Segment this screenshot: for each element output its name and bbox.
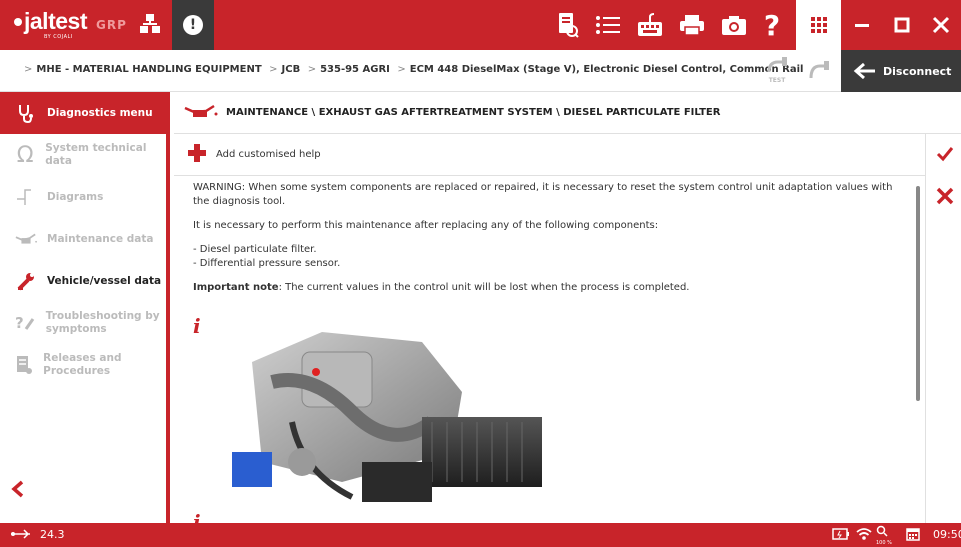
breadcrumb-bar: > MHE - MATERIAL HANDLING EQUIPMENT > JCB … [0,50,961,92]
clock: 09:50 [933,528,961,541]
sidebar-item-diagrams: Diagrams [0,176,166,218]
action-bar [925,134,961,523]
breadcrumb: > MHE - MATERIAL HANDLING EQUIPMENT > JCB … [20,64,803,75]
page-title: MAINTENANCE \ EXHAUST GAS AFTERTREATMENT… [226,107,721,118]
disconnect-button[interactable]: Disconnect [841,50,961,92]
help-text: WARNING: When some system components are… [193,181,903,305]
chevron-right-icon: > [397,64,406,75]
note-label: Important note [193,282,279,293]
close-icon [936,187,954,205]
cancel-button[interactable] [936,187,954,208]
wrench-icon [15,270,37,292]
breadcrumb-item[interactable]: ECM 448 DieselMax (Stage V), Electronic … [410,64,804,75]
intro-text: It is necessary to perform this maintena… [193,220,659,231]
releases-icon [15,354,33,376]
sidebar-item-maintenance-data: Maintenance data [0,218,166,260]
note-text: : The current values in the control unit… [278,282,690,293]
plus-icon [188,144,206,165]
warning-text: WARNING: When some system components are… [193,182,893,207]
engine-image [212,322,557,506]
close-icon[interactable] [921,0,961,50]
sidebar-item-troubleshooting: ? Troubleshooting by symptoms [15,310,160,335]
scrollbar[interactable] [916,186,920,401]
content-header: MAINTENANCE \ EXHAUST GAS AFTERTREATMENT… [174,92,961,134]
status-bar: 24.3 100 % 09:50 [0,523,961,547]
sidebar-item-diagnostics-menu[interactable]: Diagnostics menu [0,92,166,134]
add-help-row[interactable]: Add customised help [174,134,925,176]
component-item: - Differential pressure sensor. [193,258,341,269]
stethoscope-icon [15,102,37,124]
troubleshoot-icon: ? [15,312,36,334]
info-icon: i [193,314,201,338]
maximize-icon[interactable] [882,0,922,50]
breadcrumb-item[interactable]: 535-95 AGRI [320,64,390,75]
chevron-right-icon: > [269,64,278,75]
connection-status-icon [808,58,830,83]
oil-can-icon [184,104,218,121]
top-bar: jaltest BY COJALI GRP ! ? [0,0,961,50]
sidebar-item-releases-procedures: Releases and Procedures [0,344,166,386]
minimize-icon[interactable] [842,0,882,50]
omega-icon: Ω [16,142,34,168]
breadcrumb-item[interactable]: MHE - MATERIAL HANDLING EQUIPMENT [36,64,261,75]
help-icon[interactable]: ? [758,9,786,42]
disconnect-label: Disconnect [883,64,952,78]
voltage-value: 24.3 [40,528,65,541]
sidebar: Diagnostics menu Ω System technical data… [0,92,170,523]
document-search-icon[interactable] [554,11,582,39]
chevron-right-icon: > [307,64,317,75]
apps-grid-icon[interactable] [796,0,841,50]
sidebar-item-vehicle-vessel-data[interactable]: Vehicle/vessel data [0,260,166,302]
alert-button[interactable]: ! [172,0,214,50]
chevron-right-icon: > [24,64,33,75]
exclamation-icon: ! [183,15,203,35]
keyboard-icon[interactable] [636,11,664,39]
zoom-icon: 100 % [876,525,892,546]
battery-icon [832,528,850,543]
wifi-icon [856,527,872,544]
sidebar-item-system-technical-data: Ω System technical data [16,142,147,168]
add-help-label: Add customised help [216,149,321,160]
accept-button[interactable] [936,146,954,165]
component-item: - Diesel particulate filter. [193,244,317,255]
arrow-left-icon [853,62,875,80]
group-label: GRP [96,18,127,32]
chevron-left-icon[interactable] [10,480,26,501]
test-connection-icon[interactable]: TEST [766,56,788,86]
usb-icon [10,528,32,543]
printer-icon[interactable] [678,11,706,39]
list-icon[interactable] [594,11,622,39]
calendar-icon [906,527,920,544]
breadcrumb-item[interactable]: JCB [282,64,301,75]
camera-icon[interactable] [720,11,748,39]
diagram-icon [15,186,37,208]
oil-can-icon [15,228,37,250]
grp-network-icon[interactable] [138,12,162,39]
jaltest-logo: jaltest BY COJALI [14,8,87,40]
checkmark-icon [936,147,954,162]
